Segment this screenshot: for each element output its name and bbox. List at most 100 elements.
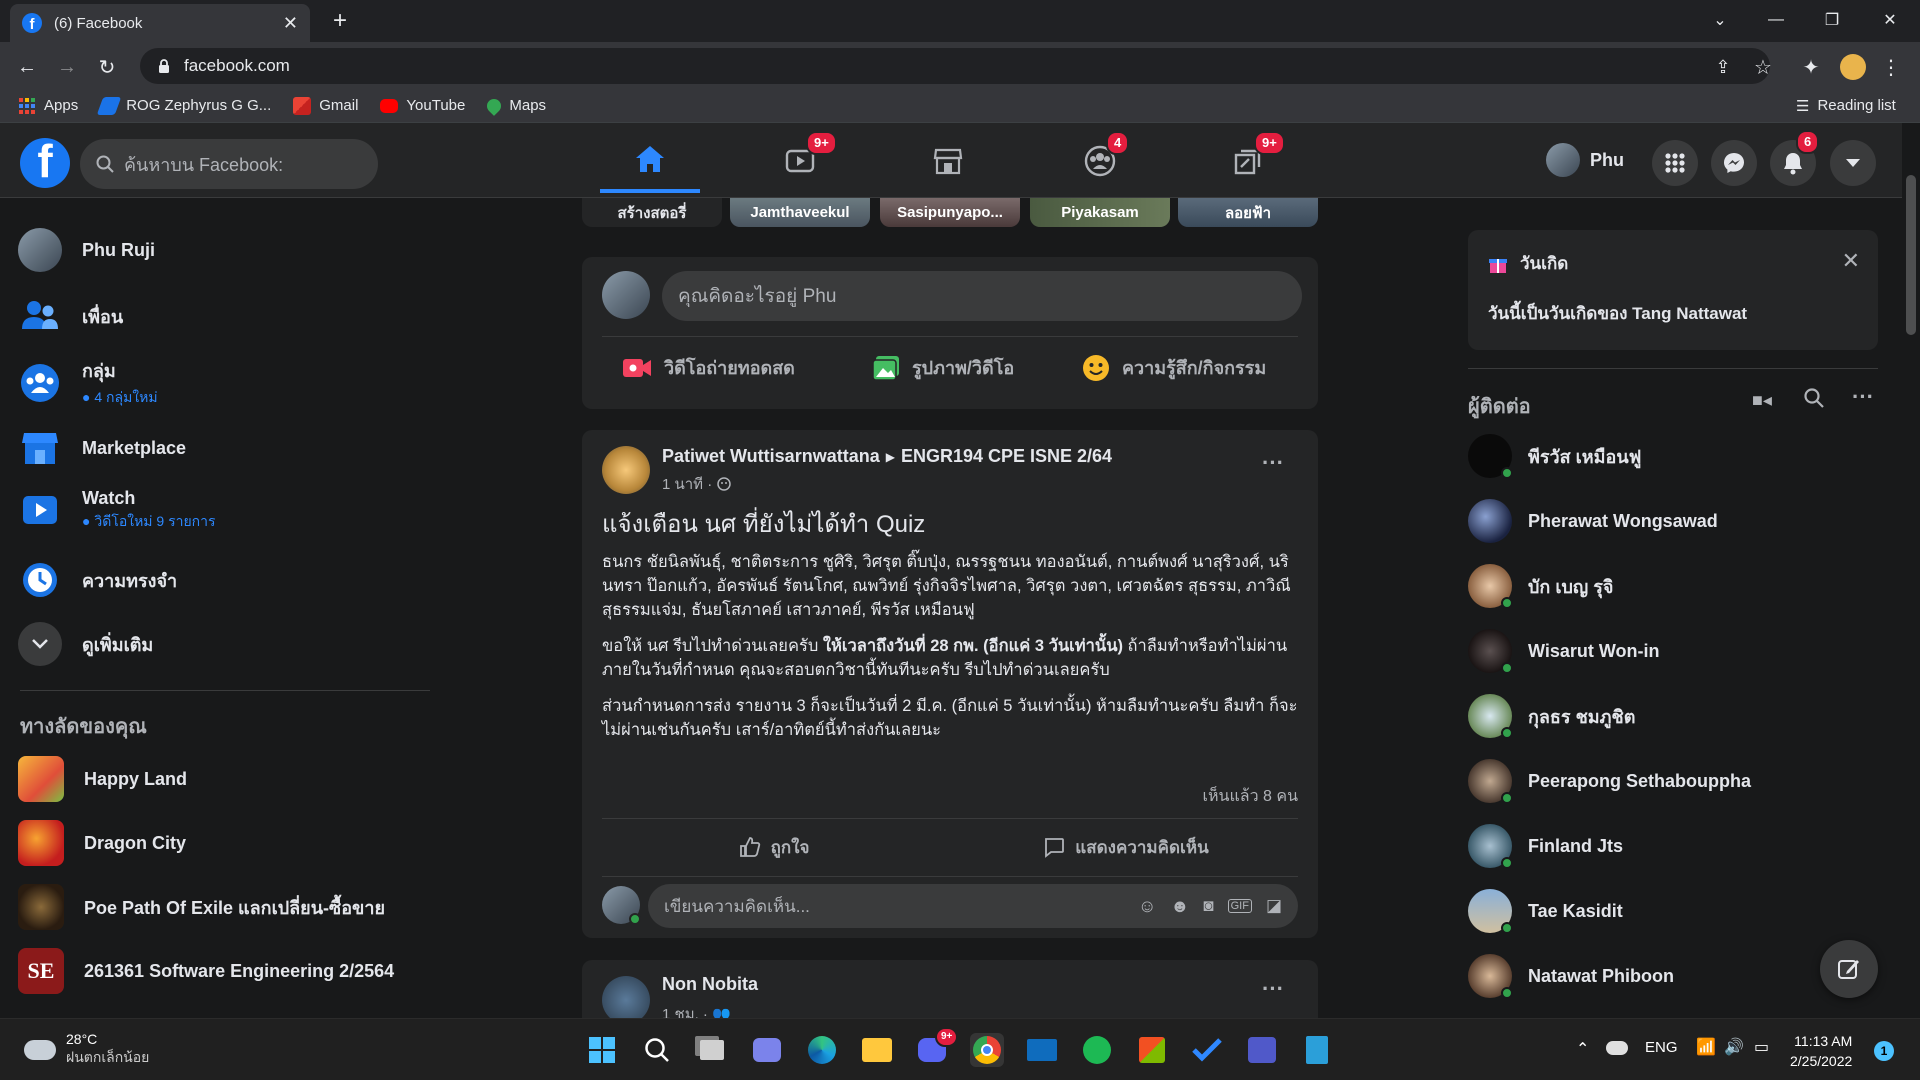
sidebar-item-groups[interactable]: กลุ่ม ● 4 กลุ่มใหม่ (18, 356, 158, 409)
story-card[interactable]: Jamthaveekul (730, 198, 870, 227)
onedrive-icon[interactable] (1606, 1041, 1628, 1055)
clock[interactable]: 11:13 AM 2/25/2022 (1790, 1031, 1852, 1071)
contact-item[interactable]: Wisarut Won-in (1468, 629, 1660, 674)
camera-icon[interactable]: ◙ (1203, 896, 1213, 916)
post-timestamp[interactable]: 1 นาที · (662, 472, 712, 496)
new-room-video-icon[interactable]: ■◂ (1752, 390, 1772, 411)
nav-home[interactable] (600, 129, 700, 193)
sticker-icon[interactable]: ◪ (1266, 896, 1282, 916)
bookmark-rog[interactable]: ROG Zephyrus G G... (96, 96, 271, 115)
avatar[interactable] (602, 976, 650, 1018)
teams-chat-icon[interactable] (750, 1033, 784, 1067)
shortcut-item[interactable]: SE 261361 Software Engineering 2/2564 (18, 948, 394, 994)
sidebar-item-friends[interactable]: เพื่อน (18, 294, 123, 338)
seen-count[interactable]: เห็นแล้ว 8 คน (1203, 784, 1298, 809)
gif-icon[interactable]: GIF (1227, 899, 1252, 913)
menu-grid-button[interactable] (1652, 140, 1698, 186)
avatar-sticker-icon[interactable]: ☺ (1138, 896, 1156, 917)
discord-icon[interactable]: 9+ (915, 1027, 959, 1067)
bookmark-apps[interactable]: Apps (18, 97, 78, 115)
profile-avatar[interactable] (1838, 52, 1868, 82)
weather-widget[interactable]: 28°C ฝนตกเล็กน้อย (24, 1031, 149, 1069)
contact-item[interactable]: Tae Kasidit (1468, 889, 1623, 934)
contacts-search-icon[interactable] (1804, 388, 1824, 408)
page-scrollbar[interactable] (1902, 123, 1920, 1018)
scrollbar-thumb[interactable] (1906, 175, 1916, 335)
volume-icon[interactable]: 🔊 (1724, 1037, 1744, 1057)
chrome-menu-icon[interactable]: ⋮ (1876, 52, 1906, 82)
close-window-button[interactable]: ✕ (1866, 0, 1914, 40)
nav-groups[interactable]: 4 (1050, 129, 1150, 193)
bookmark-youtube[interactable]: YouTube (380, 97, 465, 114)
composer-input[interactable]: คุณคิดอะไรอยู่ Phu (662, 271, 1302, 321)
notifications-button[interactable]: 6 (1770, 130, 1820, 186)
contact-item[interactable]: Peerapong Sethabouppha (1468, 759, 1751, 804)
emoji-icon[interactable]: ☻ (1170, 896, 1189, 917)
messenger-button[interactable] (1711, 140, 1757, 186)
store-icon[interactable] (1135, 1033, 1169, 1067)
live-video-button[interactable]: วิดีโอถ่ายทอดสด (622, 353, 795, 382)
bookmark-gmail[interactable]: Gmail (293, 96, 358, 115)
spotify-icon[interactable] (1080, 1033, 1114, 1067)
sidebar-item-see-more[interactable]: ดูเพิ่มเติม (18, 622, 153, 666)
wifi-icon[interactable]: 📶 (1696, 1037, 1716, 1057)
story-card[interactable]: Sasipunyapo... (880, 198, 1020, 227)
shortcut-item[interactable]: Dragon City (18, 820, 186, 866)
chrome-icon[interactable] (970, 1033, 1004, 1067)
contact-item[interactable]: กุลธร ชมภูชิต (1468, 694, 1635, 739)
comment-button[interactable]: แสดงความคิดเห็น (954, 824, 1298, 870)
nav-marketplace[interactable] (898, 129, 998, 193)
story-card[interactable]: Piyakasam (1030, 198, 1170, 227)
todo-icon[interactable] (1190, 1033, 1224, 1067)
story-card[interactable]: ลอยฟ้า (1178, 198, 1318, 227)
contact-item[interactable]: Pherawat Wongsawad (1468, 499, 1718, 543)
more-options-icon[interactable]: ··· (1262, 450, 1284, 476)
file-explorer-icon[interactable] (860, 1033, 894, 1067)
shortcut-item[interactable]: Happy Land (18, 756, 187, 802)
input-language[interactable]: ENG (1645, 1039, 1678, 1056)
mail-icon[interactable] (1025, 1033, 1059, 1067)
teams-icon[interactable] (1245, 1033, 1279, 1067)
contact-item[interactable]: Finland Jts (1468, 824, 1623, 869)
new-tab-button[interactable]: + (325, 7, 355, 35)
reading-list[interactable]: ☰ Reading list (1796, 97, 1896, 115)
browser-tab-facebook[interactable]: f (6) Facebook ✕ (10, 4, 310, 42)
comment-input[interactable]: เขียนความคิดเห็น... ☺ ☻ ◙ GIF ◪ (648, 884, 1298, 928)
search-icon[interactable] (640, 1033, 674, 1067)
back-button[interactable]: ← (12, 52, 42, 82)
notification-center-badge[interactable]: 1 (1874, 1041, 1894, 1061)
tab-search-icon[interactable]: ⌄ (1696, 0, 1744, 40)
nav-watch[interactable]: 9+ (750, 129, 850, 193)
post-author-link[interactable]: Patiwet Wuttisarnwattana (662, 446, 880, 467)
post-timestamp[interactable]: 1 ชม. · 👥 (662, 1002, 731, 1018)
feeling-activity-button[interactable]: ความรู้สึก/กิจกรรม (1082, 353, 1266, 382)
sidebar-item-watch[interactable]: Watch ● วิดีโอใหม่ 9 รายการ (18, 488, 216, 533)
bookmark-maps[interactable]: Maps (484, 95, 546, 116)
battery-icon[interactable]: ▭ (1754, 1037, 1769, 1057)
header-profile-button[interactable]: Phu (1546, 143, 1624, 177)
nav-gaming[interactable]: 9+ (1198, 129, 1298, 193)
notepad-icon[interactable] (1300, 1033, 1334, 1067)
extensions-icon[interactable]: ✦ (1796, 52, 1826, 82)
close-tab-icon[interactable]: ✕ (283, 13, 298, 34)
forward-button[interactable]: → (52, 52, 82, 82)
contacts-more-icon[interactable]: ··· (1852, 384, 1874, 410)
reload-button[interactable]: ↻ (92, 52, 122, 82)
sidebar-item-memories[interactable]: ความทรงจำ (18, 558, 177, 602)
address-bar[interactable]: facebook.com (140, 48, 1770, 84)
chevron-up-icon[interactable]: ⌃ (1576, 1039, 1589, 1059)
post-group-link[interactable]: ENGR194 CPE ISNE 2/64 (901, 446, 1112, 467)
shortcut-item[interactable]: Poe Path Of Exile แลกเปลี่ยน-ซื้อขาย (18, 884, 385, 930)
avatar[interactable] (602, 446, 650, 494)
facebook-search-input[interactable]: ค้นหาบน Facebook: (80, 139, 378, 189)
edge-icon[interactable] (805, 1033, 839, 1067)
close-icon[interactable]: ✕ (1842, 248, 1860, 274)
share-icon[interactable]: ⇪ (1708, 52, 1738, 82)
new-message-button[interactable] (1820, 940, 1878, 998)
facebook-logo-icon[interactable]: f (20, 138, 70, 188)
task-view-icon[interactable] (695, 1033, 729, 1067)
restore-button[interactable]: ❐ (1808, 0, 1856, 40)
contact-item[interactable]: Natawat Phiboon (1468, 954, 1674, 999)
story-create[interactable]: สร้างสตอรี่ (582, 198, 722, 227)
account-menu-button[interactable] (1830, 140, 1876, 186)
